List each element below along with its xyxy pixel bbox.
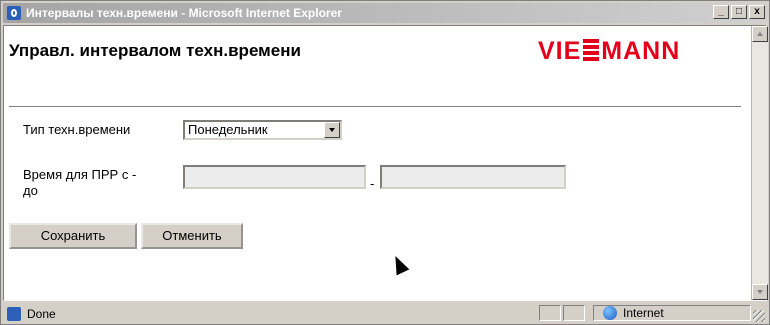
logo-text-left: VIE	[538, 36, 582, 65]
globe-icon	[603, 306, 617, 320]
maximize-button[interactable]: □	[731, 5, 747, 19]
time-from-input[interactable]	[183, 165, 366, 189]
chevron-down-icon[interactable]	[324, 122, 340, 138]
range-separator: -	[370, 176, 375, 191]
internet-explorer-icon	[7, 6, 21, 20]
scroll-down-button[interactable]	[752, 284, 768, 300]
status-bar: Done Internet	[3, 303, 767, 324]
window-controls: _ □ x	[713, 5, 765, 19]
type-label: Тип техн.времени	[23, 122, 131, 137]
page-content	[3, 25, 767, 301]
cancel-button[interactable]: Отменить	[141, 223, 243, 249]
status-segment	[539, 305, 561, 321]
close-button[interactable]: x	[749, 5, 765, 19]
range-label-line1: Время для ПРР с -	[23, 167, 137, 182]
header-divider	[9, 106, 741, 108]
page-title: Управл. интервалом техн.времени	[9, 41, 301, 60]
time-to-input[interactable]	[380, 165, 566, 189]
logo-text-right: MANN	[601, 36, 681, 65]
type-select-value: Понедельник	[188, 122, 268, 137]
minimize-button[interactable]: _	[713, 5, 729, 19]
type-select[interactable]: Понедельник	[183, 120, 342, 140]
title-bar[interactable]: Интервалы техн.времени - Microsoft Inter…	[3, 3, 767, 23]
save-button[interactable]: Сохранить	[9, 223, 137, 249]
vertical-scrollbar[interactable]	[751, 26, 768, 300]
status-text: Done	[27, 306, 56, 321]
logo-s-mark-icon	[583, 38, 600, 64]
browser-window: Интервалы техн.времени - Microsoft Inter…	[0, 0, 770, 325]
status-segment	[563, 305, 585, 321]
page-icon	[7, 306, 21, 321]
range-label: Время для ПРР с - до	[23, 167, 136, 199]
resize-grip-icon[interactable]	[753, 310, 765, 322]
zone-text: Internet	[623, 306, 664, 320]
viessmann-logo: VIE MANN	[538, 36, 681, 65]
window-title: Интервалы техн.времени - Microsoft Inter…	[26, 6, 342, 20]
scroll-up-button[interactable]	[752, 26, 768, 42]
range-label-line2: до	[23, 183, 38, 198]
